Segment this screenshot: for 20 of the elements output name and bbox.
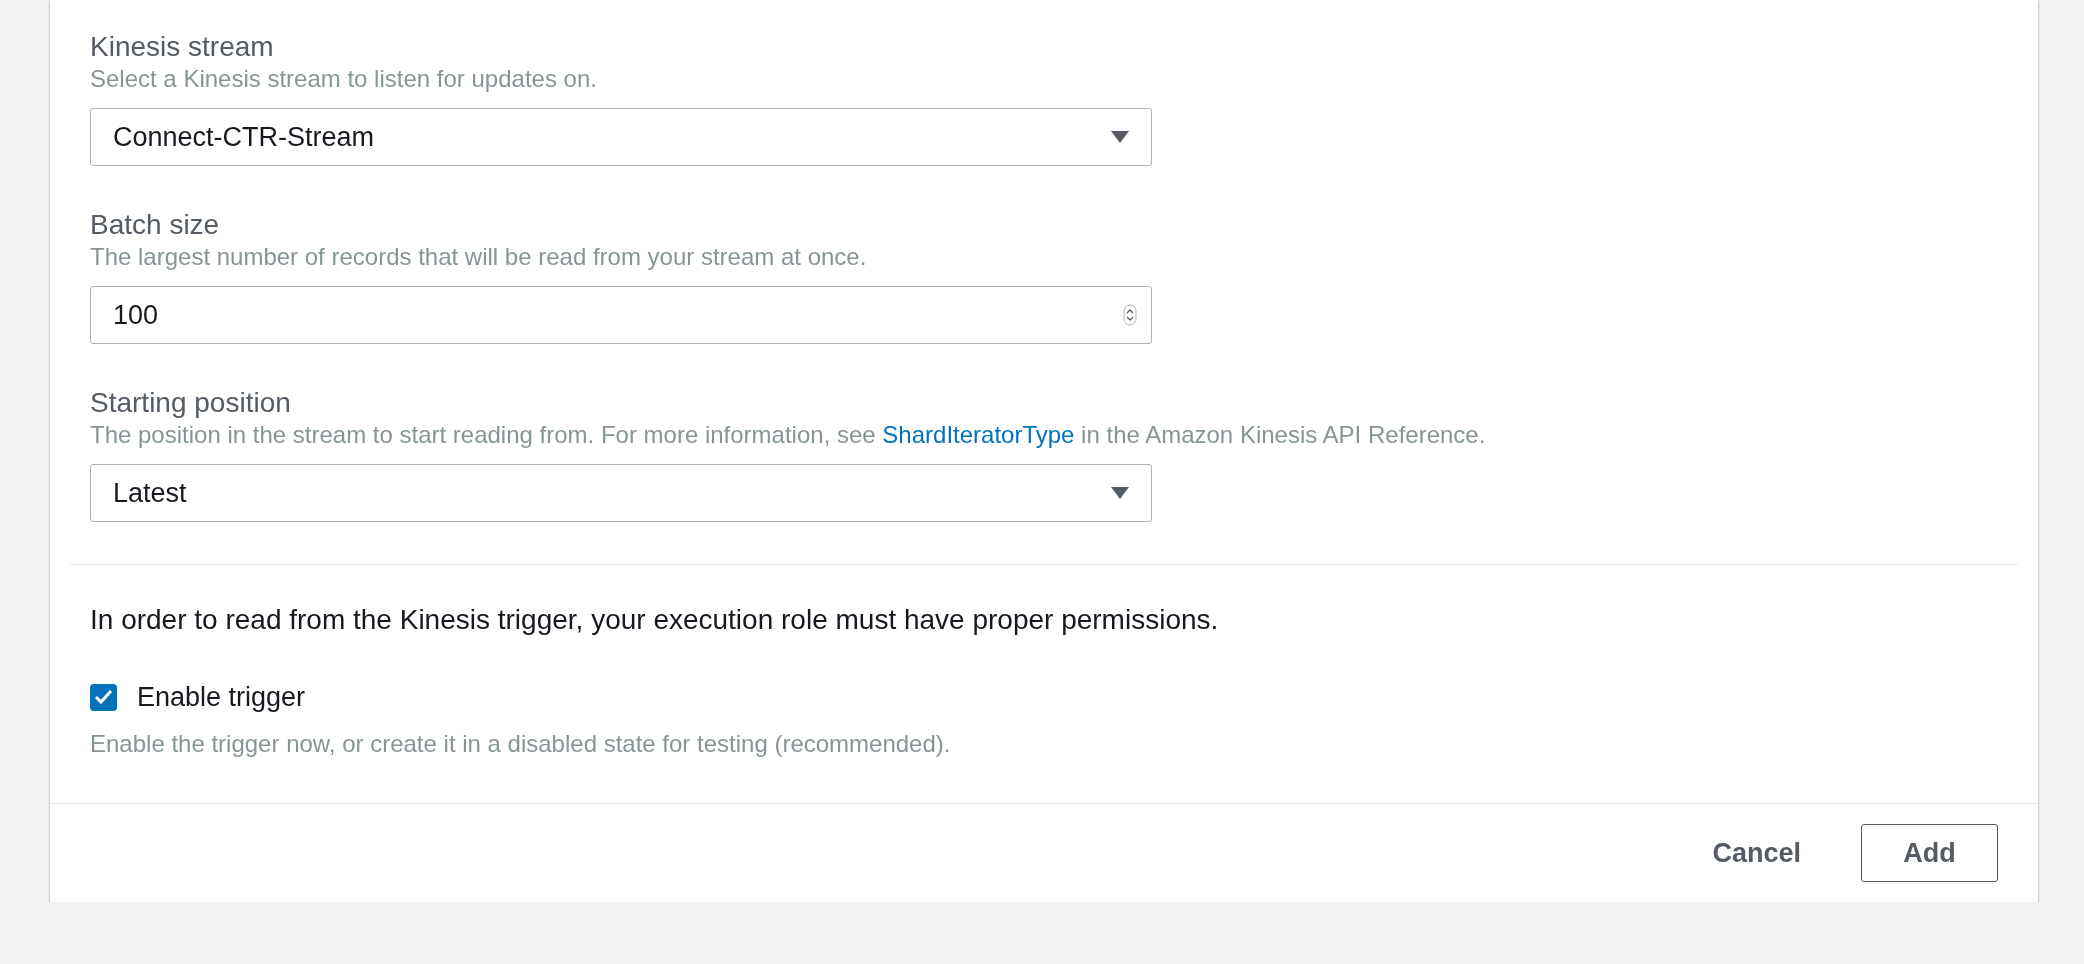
caret-down-icon — [1111, 487, 1129, 499]
caret-down-icon — [1111, 131, 1129, 143]
add-button[interactable]: Add — [1861, 824, 1998, 882]
checkbox-label: Enable trigger — [137, 681, 306, 713]
shard-iterator-type-link[interactable]: ShardIteratorType — [882, 421, 1075, 448]
field-description: The position in the stream to start reading from. For more information, see ShardIteratorType in the Amazon Kinesis API Reference. — [90, 420, 1486, 450]
number-input-field[interactable]: 100 — [90, 286, 1152, 344]
cancel-button[interactable]: Cancel — [1712, 827, 1801, 879]
select-dropdown[interactable]: Latest — [90, 464, 1152, 522]
field-label: Kinesis stream — [90, 30, 274, 64]
permissions-notice: In order to read from the Kinesis trigger, your execution role must have proper permissions. — [90, 603, 1219, 637]
field-label: Starting position — [90, 386, 291, 420]
field-label: Batch size — [90, 208, 220, 242]
select-dropdown[interactable]: Connect-CTR-Stream — [90, 108, 1152, 166]
field-description: Select a Kinesis stream to listen for updates on. — [90, 64, 597, 94]
checkbox[interactable] — [90, 683, 117, 711]
stepper-icon[interactable] — [1123, 304, 1137, 326]
checkmark-icon — [94, 689, 113, 705]
field-description: The largest number of records that will be read from your stream at once. — [90, 242, 867, 272]
help-text: Enable the trigger now, or create it in a disabled state for testing (recommended). — [90, 729, 951, 759]
